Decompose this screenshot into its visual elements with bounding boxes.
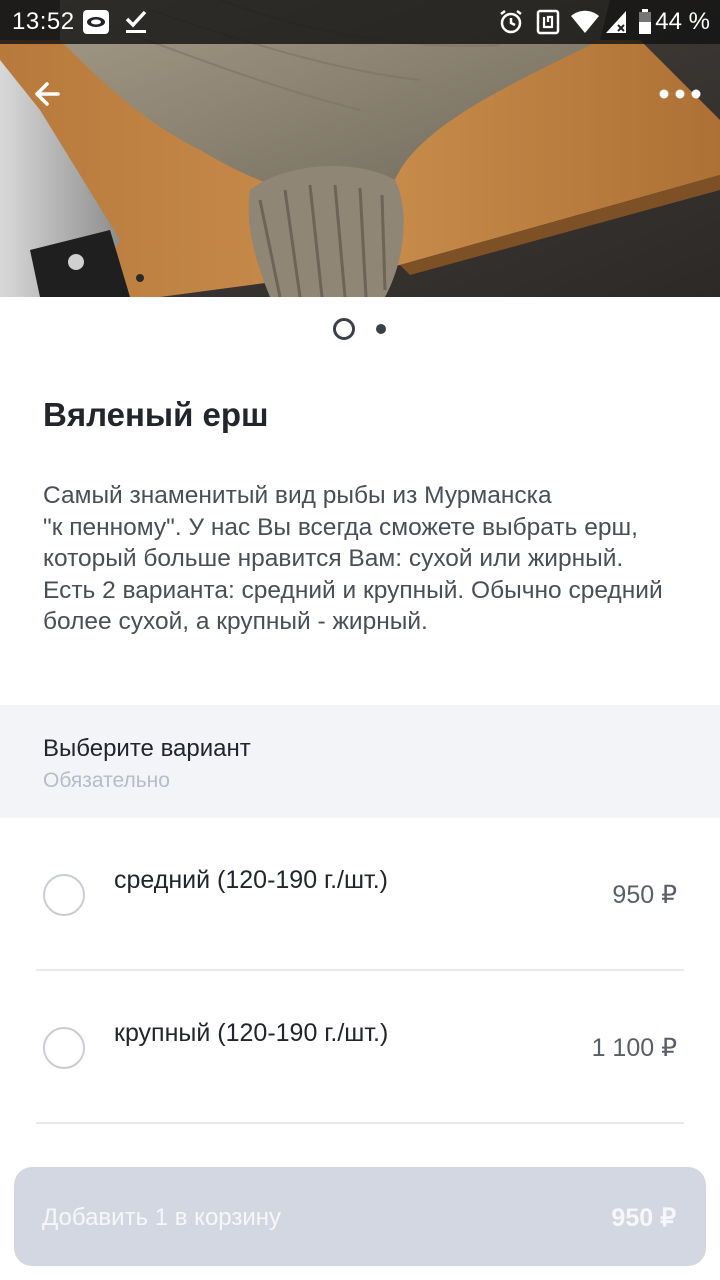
battery-percent: 44 % xyxy=(655,8,710,35)
nfc-icon xyxy=(536,9,560,40)
variant-option-large[interactable]: крупный (120-190 г./шт.) 1 100 ₽ xyxy=(0,971,720,1123)
product-title: Вяленый ерш xyxy=(43,396,269,433)
pager-dot[interactable] xyxy=(376,324,386,334)
radio-button[interactable] xyxy=(43,874,85,916)
status-time: 13:52 xyxy=(12,8,75,35)
product-screen: 13:52 44 % Вяленый ерш Самый знаменитый … xyxy=(0,0,720,1280)
check-icon xyxy=(124,9,148,40)
back-button[interactable] xyxy=(28,72,72,116)
dried-fish-photo xyxy=(0,0,720,297)
variant-section-title: Выберите вариант xyxy=(43,735,251,762)
variant-section-header: Выберите вариант Обязательно xyxy=(0,705,720,818)
cart-total-price: 950 ₽ xyxy=(611,1204,676,1232)
more-options-button[interactable] xyxy=(656,76,704,112)
pager-dot-active[interactable] xyxy=(333,318,355,340)
more-horizontal-icon xyxy=(659,89,701,99)
variant-option-medium[interactable]: средний (120-190 г./шт.) 950 ₽ xyxy=(0,818,720,970)
status-bar: 13:52 44 % xyxy=(0,0,720,44)
image-pager xyxy=(0,318,720,340)
eye-notification-icon xyxy=(82,9,110,40)
required-label: Обязательно xyxy=(43,769,170,792)
alarm-icon xyxy=(498,9,524,40)
add-to-cart-button[interactable]: Добавить 1 в корзину 950 ₽ xyxy=(14,1167,706,1266)
variant-price: 950 ₽ xyxy=(612,881,677,909)
product-image[interactable] xyxy=(0,0,720,297)
signal-icon xyxy=(604,9,628,40)
battery-icon xyxy=(638,9,652,40)
variant-price: 1 100 ₽ xyxy=(591,1034,677,1062)
divider xyxy=(36,1122,684,1124)
arrow-left-icon xyxy=(35,82,60,106)
variant-label: средний (120-190 г./шт.) xyxy=(114,866,389,894)
variant-label: крупный (120-190 г./шт.) xyxy=(114,1019,389,1047)
wifi-icon xyxy=(570,9,600,40)
radio-button[interactable] xyxy=(43,1027,85,1069)
add-to-cart-label: Добавить 1 в корзину xyxy=(42,1204,282,1231)
product-description: Самый знаменитый вид рыбы из Мурманска "… xyxy=(43,482,663,635)
